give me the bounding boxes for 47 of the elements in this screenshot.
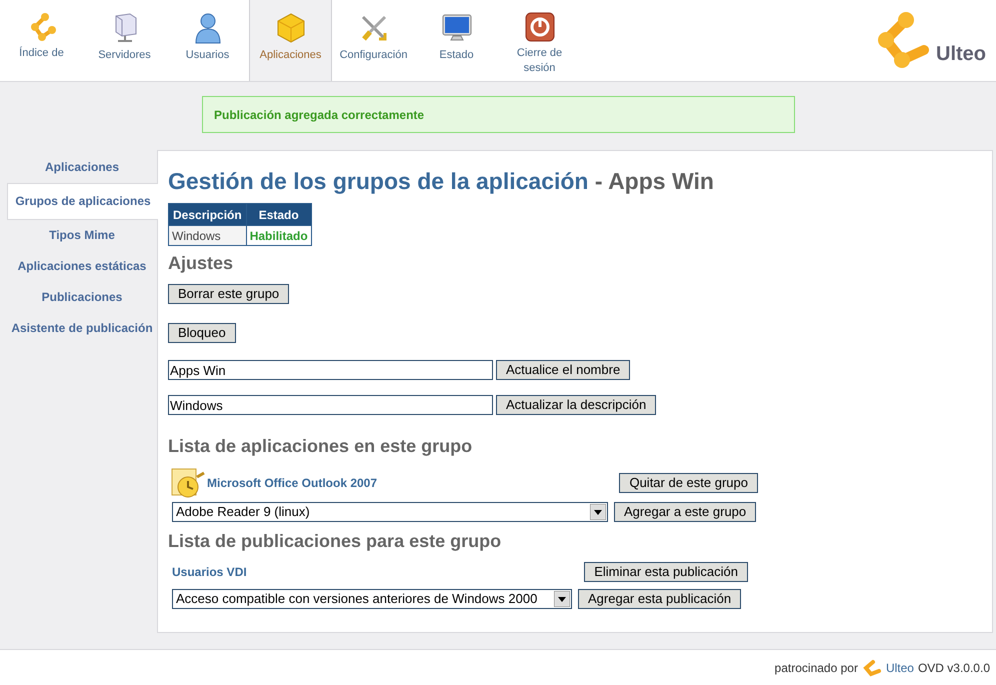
dropdown-arrow-icon (590, 504, 606, 520)
delete-group-button[interactable]: Borrar este grupo (168, 284, 290, 304)
nav-tab[interactable]: Configuración (332, 0, 415, 81)
column-header: Estado (246, 204, 312, 226)
logo-text: Ulteo (936, 42, 986, 66)
user-icon (192, 12, 222, 44)
envelope-clock-icon (171, 467, 205, 499)
update-button[interactable]: Actualizar la descripción (496, 395, 656, 415)
sidebar-item[interactable]: Tipos Mime (7, 220, 157, 251)
add-publication-button[interactable]: Agregar esta publicación (578, 589, 742, 609)
column-header: Descripción (168, 204, 246, 226)
logo-icon (862, 658, 882, 676)
section-heading: Lista de publicaciones para este grupo (168, 530, 502, 552)
table-cell: Windows (168, 226, 246, 246)
nav-tab[interactable]: Índice de (0, 0, 83, 81)
remove-publication-button[interactable]: Eliminar esta publicación (584, 562, 748, 582)
success-message: Publicación agregada correctamente (202, 96, 795, 133)
section-heading: Lista de aplicaciones en este grupo (168, 435, 474, 457)
nav-tab[interactable]: Servidores (83, 0, 166, 81)
remove-button[interactable]: Quitar de este grupo (619, 473, 758, 493)
section-heading: Ajustes (168, 252, 234, 274)
add-button[interactable]: Agregar a este grupo (614, 502, 756, 522)
dropdown-arrow-icon (554, 591, 570, 607)
publication-link[interactable]: Usuarios VDI (172, 563, 247, 581)
sidebar-item[interactable]: Aplicaciones (7, 152, 157, 183)
app-link[interactable]: Microsoft Office Outlook 2007 (207, 474, 378, 492)
cube-icon (276, 12, 306, 44)
sidebar-item[interactable]: Aplicaciones estáticas (7, 251, 157, 282)
text-field[interactable]: Apps Win (168, 360, 493, 380)
block-button[interactable]: Bloqueo (168, 323, 236, 343)
version-text: OVD v3.0.0.0 (918, 660, 990, 676)
sidebar-item[interactable]: Grupos de aplicaciones (7, 183, 158, 220)
nav-tab[interactable]: Usuarios (166, 0, 249, 81)
table-cell: Habilitado (246, 226, 312, 246)
power-icon (524, 12, 554, 42)
text-field[interactable]: Windows (168, 395, 493, 415)
nav-tab[interactable]: Cierre de sesión (498, 0, 581, 81)
sidebar-item[interactable]: Asistente de publicación (7, 313, 157, 344)
dropdown[interactable]: Acceso compatible con versiones anteriores de Windows 2000 (172, 589, 572, 609)
update-button[interactable]: Actualice el nombre (496, 360, 630, 380)
footer-link[interactable]: Ulteo (886, 658, 914, 676)
footer-text: patrocinado por (774, 660, 858, 676)
nav-tab[interactable]: Estado (415, 0, 498, 81)
nav-tab[interactable]: Aplicaciones (249, 0, 332, 81)
dropdown[interactable]: Adobe Reader 9 (linux) (172, 502, 608, 522)
sidebar-item[interactable]: Publicaciones (7, 282, 157, 313)
page-title: Gestión de los grupos de la aplicación - Apps Win (168, 167, 715, 196)
